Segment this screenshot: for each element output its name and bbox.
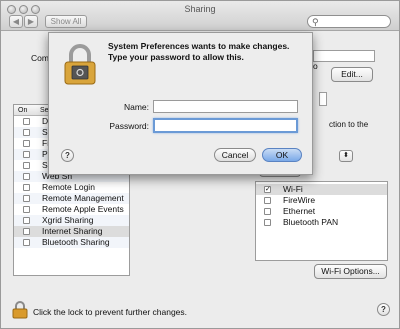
lock-icon[interactable] xyxy=(12,301,28,321)
service-checkbox[interactable] xyxy=(23,206,30,213)
service-checkbox[interactable] xyxy=(23,162,30,169)
window-title: Sharing xyxy=(184,4,216,14)
service-checkbox[interactable] xyxy=(23,228,30,235)
port-checkbox[interactable] xyxy=(264,197,271,204)
service-checkbox[interactable] xyxy=(23,239,30,246)
service-checkbox[interactable] xyxy=(23,151,30,158)
service-checkbox[interactable] xyxy=(23,195,30,202)
computer-name-label: Com xyxy=(31,53,49,63)
port-checkbox[interactable] xyxy=(264,219,271,226)
title-bar: Sharing ◀ ▶ Show All ⚲ xyxy=(1,1,399,31)
service-row-selected[interactable]: Internet Sharing xyxy=(14,226,129,237)
dialog-message-line2: Type your password to allow this. xyxy=(108,52,244,62)
computer-name-field[interactable] xyxy=(313,50,375,62)
help-icon[interactable]: ? xyxy=(377,303,390,316)
port-list: ✓ Wi-Fi FireWire Ethernet Bluetooth PAN xyxy=(255,181,388,261)
service-checkbox[interactable] xyxy=(23,173,30,180)
share-from-field xyxy=(319,92,327,106)
show-all-button[interactable]: Show All xyxy=(45,15,87,28)
lock-text: Click the lock to prevent further change… xyxy=(33,307,188,317)
service-checkbox[interactable] xyxy=(23,217,30,224)
dialog-message: System Preferences wants to make changes… xyxy=(108,41,308,63)
lock-icon xyxy=(63,43,97,87)
service-checkbox[interactable] xyxy=(23,118,30,125)
computer-name-suffix: o xyxy=(313,61,318,71)
service-row[interactable]: Remote Apple Events xyxy=(14,204,129,215)
header-on: On xyxy=(18,107,28,114)
wifi-options-button[interactable]: Wi-Fi Options... xyxy=(314,264,387,279)
port-row[interactable]: FireWire xyxy=(256,195,387,206)
port-row[interactable]: ✓ Wi-Fi xyxy=(256,184,387,195)
sharing-window: Sharing ◀ ▶ Show All ⚲ Com o Edit... On … xyxy=(0,0,400,329)
search-input[interactable]: ⚲ xyxy=(307,15,391,28)
service-row[interactable]: Bluetooth Sharing xyxy=(14,237,129,248)
forward-button[interactable]: ▶ xyxy=(24,15,38,28)
ok-button[interactable]: OK xyxy=(262,148,302,162)
service-row[interactable]: Remote Login xyxy=(14,182,129,193)
edit-button[interactable]: Edit... xyxy=(331,67,373,82)
port-checkbox-checked[interactable]: ✓ xyxy=(264,186,271,193)
password-field[interactable] xyxy=(153,118,298,133)
help-icon[interactable]: ? xyxy=(61,149,74,162)
password-label: Password: xyxy=(109,121,149,131)
authentication-dialog: System Preferences wants to make changes… xyxy=(48,32,313,175)
service-row[interactable]: Remote Management xyxy=(14,193,129,204)
search-icon: ⚲ xyxy=(312,17,319,27)
back-button[interactable]: ◀ xyxy=(9,15,23,28)
name-field[interactable] xyxy=(153,100,298,113)
service-checkbox[interactable] xyxy=(23,184,30,191)
service-row[interactable]: Xgrid Sharing xyxy=(14,215,129,226)
connection-text: ction to the xyxy=(329,120,369,129)
port-checkbox[interactable] xyxy=(264,208,271,215)
dialog-message-line1: System Preferences wants to make changes… xyxy=(108,41,290,51)
name-label: Name: xyxy=(123,102,149,112)
share-from-popup[interactable]: ⬍ xyxy=(339,150,353,162)
cancel-button[interactable]: Cancel xyxy=(214,148,256,162)
port-row[interactable]: Bluetooth PAN xyxy=(256,217,387,228)
service-checkbox[interactable] xyxy=(23,140,30,147)
service-checkbox[interactable] xyxy=(23,129,30,136)
port-row[interactable]: Ethernet xyxy=(256,206,387,217)
